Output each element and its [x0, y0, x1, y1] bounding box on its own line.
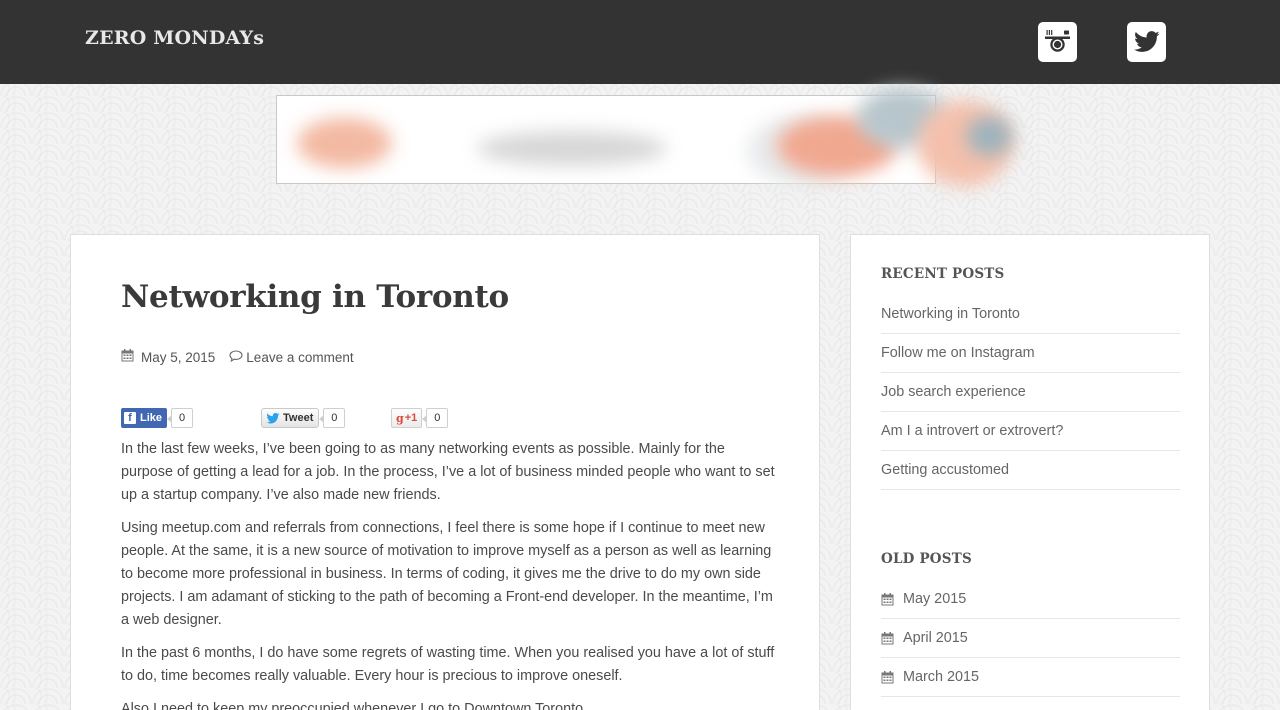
- twitter-icon[interactable]: [1127, 22, 1166, 62]
- google-plus-button[interactable]: g +1: [391, 408, 423, 428]
- tweet-label: Tweet: [283, 412, 314, 424]
- like-label: Like: [140, 412, 163, 424]
- calendar-icon: [881, 631, 894, 645]
- archive-link[interactable]: March 2015: [903, 669, 979, 685]
- tweet-count: 0: [319, 408, 346, 428]
- old-posts-title: OLD POSTS: [881, 551, 972, 567]
- archive-list: May 2015 April 2015 March 2015: [881, 580, 1180, 697]
- archive-item[interactable]: March 2015: [881, 658, 1180, 697]
- post-meta: May 5, 2015 Leave a comment: [121, 349, 354, 365]
- calendar-icon: [881, 592, 894, 606]
- google-plus-widget: g +1 0: [391, 408, 449, 428]
- facebook-like-button[interactable]: f Like: [121, 408, 168, 428]
- recent-post-link[interactable]: Getting accustomed: [881, 462, 1009, 478]
- recent-post-item[interactable]: Am I a introvert or extrovert?: [881, 412, 1180, 451]
- post-article: Networking in Toronto May 5, 2015 Leave …: [70, 234, 820, 710]
- recent-post-link[interactable]: Follow me on Instagram: [881, 345, 1035, 361]
- calendar-icon: [881, 670, 894, 684]
- comment-icon: [229, 349, 243, 365]
- gplus-count: 0: [422, 408, 449, 428]
- post-date-link[interactable]: May 5, 2015: [141, 350, 215, 365]
- post-title[interactable]: Networking in Toronto: [121, 279, 509, 315]
- archive-item[interactable]: May 2015: [881, 580, 1180, 619]
- recent-posts-list: Networking in Toronto Follow me on Insta…: [881, 295, 1180, 490]
- post-paragraph: In the past 6 months, I do have some reg…: [121, 645, 775, 684]
- archive-item[interactable]: April 2015: [881, 619, 1180, 658]
- post-content: In the last few weeks, I’ve been going t…: [121, 438, 776, 710]
- header-banner-image: [276, 88, 1012, 186]
- recent-post-link[interactable]: Networking in Toronto: [881, 306, 1020, 322]
- post-paragraph: Also I need to keep my preoccupied whene…: [121, 701, 588, 710]
- recent-post-item[interactable]: Getting accustomed: [881, 451, 1180, 490]
- sidebar: RECENT POSTS Networking in Toronto Follo…: [850, 234, 1210, 710]
- recent-post-link[interactable]: Am I a introvert or extrovert?: [881, 423, 1063, 439]
- gplus-label: +1: [404, 412, 418, 424]
- recent-post-item[interactable]: Networking in Toronto: [881, 295, 1180, 334]
- site-title-link[interactable]: ZERO MONDAYs: [85, 27, 264, 49]
- post-paragraph: Using meetup.com and referrals from conn…: [121, 520, 773, 628]
- recent-posts-title: RECENT POSTS: [881, 266, 1005, 282]
- calendar-icon: [121, 349, 134, 365]
- recent-post-item[interactable]: Job search experience: [881, 373, 1180, 412]
- site-header: ZERO MONDAYs: [0, 0, 1280, 84]
- post-paragraph: In the last few weeks, I’ve been going t…: [121, 441, 775, 503]
- google-plus-icon: g: [396, 411, 404, 425]
- recent-post-link[interactable]: Job search experience: [881, 384, 1026, 400]
- facebook-like-widget: f Like 0: [121, 408, 194, 428]
- like-count: 0: [167, 408, 194, 428]
- archive-link[interactable]: April 2015: [903, 630, 968, 646]
- twitter-bird-icon: [266, 412, 280, 424]
- leave-comment-link[interactable]: Leave a comment: [246, 350, 353, 365]
- facebook-icon: f: [124, 412, 136, 424]
- instagram-icon[interactable]: [1038, 22, 1077, 62]
- recent-post-item[interactable]: Follow me on Instagram: [881, 334, 1180, 373]
- archive-link[interactable]: May 2015: [903, 591, 966, 607]
- tweet-widget: Tweet 0: [261, 408, 346, 428]
- tweet-button[interactable]: Tweet: [261, 408, 320, 428]
